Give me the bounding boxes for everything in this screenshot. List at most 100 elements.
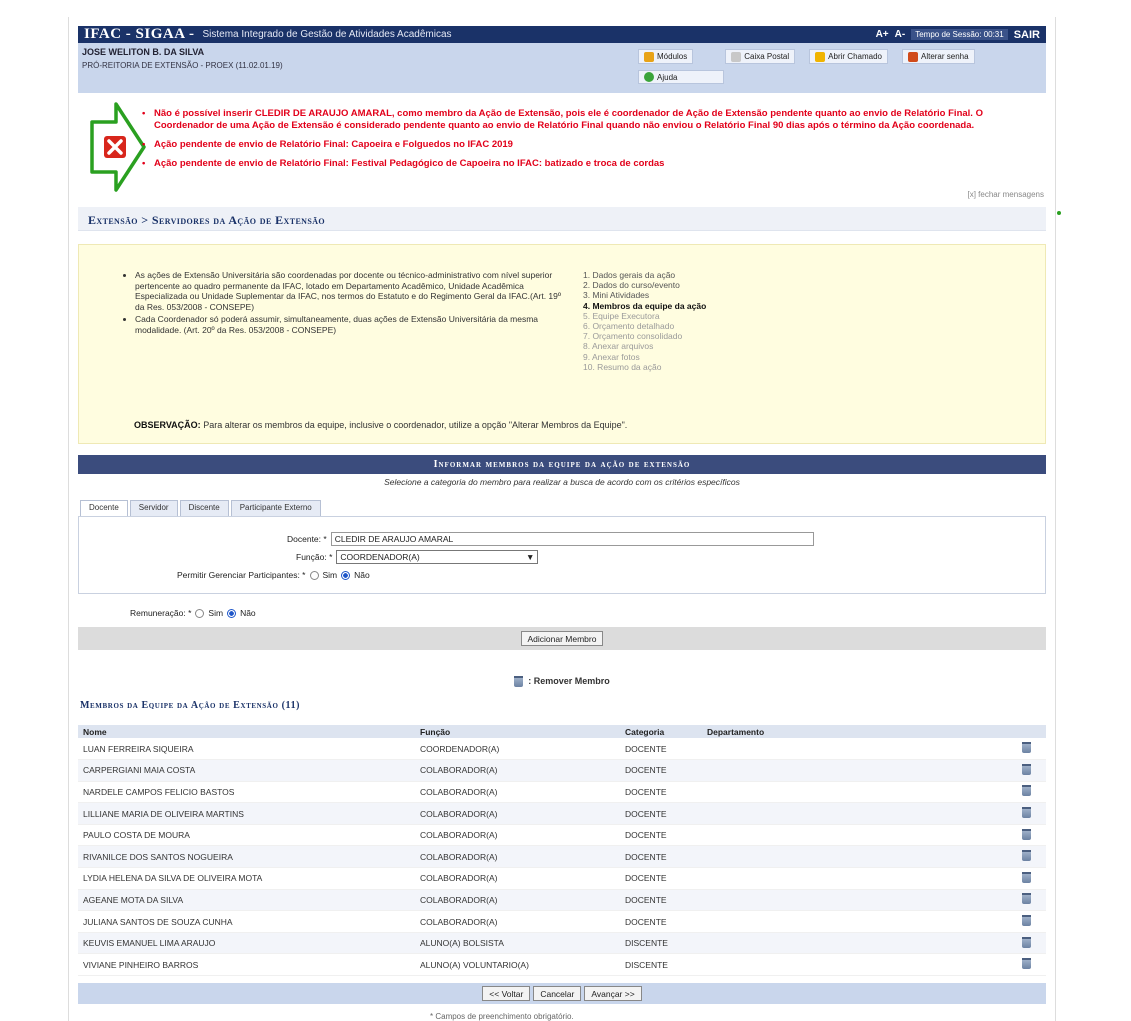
cancel-button[interactable]: Cancelar xyxy=(533,986,582,1001)
remove-member-icon[interactable] xyxy=(1021,850,1031,862)
add-member-button[interactable]: Adicionar Membro xyxy=(520,631,604,646)
member-category: DISCENTE xyxy=(620,953,702,977)
remove-member-icon[interactable] xyxy=(1021,763,1031,775)
step-item: 5. Equipe Executora xyxy=(583,310,660,321)
remove-member-icon[interactable] xyxy=(1021,807,1031,819)
docente-label: Docente: * xyxy=(287,534,327,544)
member-department xyxy=(702,824,1006,847)
next-button[interactable]: Avançar >> xyxy=(584,986,642,1001)
member-department xyxy=(702,845,1006,869)
category-tabs: Docente Servidor Discente Participante E… xyxy=(80,500,321,516)
member-department xyxy=(702,932,1006,955)
member-function: COLABORADOR(A) xyxy=(415,802,620,825)
remove-member-icon[interactable] xyxy=(1021,958,1031,970)
font-decrease-button[interactable]: A- xyxy=(895,29,906,40)
remove-member-icon[interactable] xyxy=(1021,871,1031,883)
member-department xyxy=(702,910,1006,933)
member-category: DOCENTE xyxy=(620,824,702,847)
funcao-label: Função: * xyxy=(296,552,333,562)
error-arrow-icon xyxy=(90,102,146,192)
form-title: Informar membros da equipe da ação de ex… xyxy=(78,455,1046,474)
radio-label: Sim xyxy=(208,608,224,618)
members-table: Nome Função Categoria Departamento LUAN … xyxy=(78,725,1046,977)
member-name: LYDIA HELENA DA SILVA DE OLIVEIRA MOTA xyxy=(78,867,415,890)
column-header: Categoria xyxy=(620,725,702,738)
system-name: Sistema Integrado de Gestão de Atividade… xyxy=(202,29,452,40)
radio-label: Não xyxy=(354,570,370,580)
remove-member-icon[interactable] xyxy=(1021,828,1031,840)
column-header: Nome xyxy=(78,725,415,738)
member-actions xyxy=(1006,953,1046,977)
member-function: COORDENADOR(A) xyxy=(415,738,620,761)
remove-member-label: : Remover Membro xyxy=(528,676,610,686)
back-button[interactable]: << Voltar xyxy=(482,986,531,1001)
modules-icon xyxy=(644,51,654,62)
step-item: 7. Orçamento consolidado xyxy=(583,331,683,342)
step-item-current: 4. Membros da equipe da ação xyxy=(583,300,707,311)
column-header: Departamento xyxy=(702,725,1006,738)
wizard-steps: 1. Dados gerais da ação 2. Dados do curs… xyxy=(583,270,706,372)
member-department xyxy=(702,759,1006,782)
app-brand[interactable]: IFAC - SIGAA - xyxy=(84,26,194,43)
remove-member-icon[interactable] xyxy=(1021,742,1031,754)
rule-item: Cada Coordenador só poderá assumir, simu… xyxy=(135,314,565,335)
error-message: Ação pendente de envio de Relatório Fina… xyxy=(142,158,1022,170)
observation: OBSERVAÇÃO: Para alterar os membros da e… xyxy=(134,420,627,430)
member-category: DOCENTE xyxy=(620,889,702,912)
member-function: COLABORADOR(A) xyxy=(415,781,620,804)
member-department xyxy=(702,781,1006,804)
member-function: COLABORADOR(A) xyxy=(415,759,620,782)
members-title: Membros da Equipe da Ação de Extensão (1… xyxy=(80,700,301,711)
gerenciar-sim-radio[interactable] xyxy=(309,570,319,580)
member-category: DOCENTE xyxy=(620,738,702,761)
member-category: DOCENTE xyxy=(620,781,702,804)
abrir-chamado-link[interactable]: Abrir Chamado xyxy=(809,49,888,64)
session-timer: Tempo de Sessão: 00:31 xyxy=(911,29,1008,40)
rules-list: As ações de Extensão Universitária são c… xyxy=(125,270,565,337)
remuneracao-nao-radio[interactable] xyxy=(227,608,237,618)
user-info-bar: JOSE WELITON B. DA SILVA PRÓ-REITORIA DE… xyxy=(78,43,1046,93)
ajuda-link[interactable]: Ajuda xyxy=(638,70,724,84)
remove-member-icon[interactable] xyxy=(1021,785,1031,797)
funcao-select[interactable]: COORDENADOR(A) ▼ xyxy=(336,550,539,564)
mailbox-icon xyxy=(731,51,742,62)
step-item: 3. Mini Atividades xyxy=(583,290,650,301)
tab-docente[interactable]: Docente xyxy=(80,500,128,516)
member-name: JULIANA SANTOS DE SOUZA CUNHA xyxy=(78,910,415,933)
remuneracao-sim-radio[interactable] xyxy=(195,608,205,618)
error-message: Ação pendente de envio de Relatório Fina… xyxy=(142,139,1022,151)
add-member-bar: Adicionar Membro xyxy=(78,627,1046,650)
member-category: DOCENTE xyxy=(620,867,702,890)
tab-discente[interactable]: Discente xyxy=(179,500,229,516)
member-category: DISCENTE xyxy=(620,932,702,955)
remove-member-icon[interactable] xyxy=(1021,936,1031,948)
remove-member-icon[interactable] xyxy=(1021,893,1031,905)
modulos-link[interactable]: Módulos xyxy=(638,49,694,64)
step-item: 6. Orçamento detalhado xyxy=(583,321,675,332)
member-form: Docente: * CLEDIR DE ARAUJO AMARAL Funçã… xyxy=(78,516,1046,594)
member-actions xyxy=(1006,889,1046,912)
alterar-senha-link[interactable]: Alterar senha xyxy=(901,49,975,64)
caixa-postal-link[interactable]: Caixa Postal xyxy=(725,49,796,64)
gerenciar-nao-radio[interactable] xyxy=(341,570,351,580)
tab-participante-externo[interactable]: Participante Externo xyxy=(230,500,321,516)
wizard-nav-bar: << Voltar Cancelar Avançar >> xyxy=(78,983,1046,1004)
member-name: VIVIANE PINHEIRO BARROS xyxy=(78,953,415,977)
observation-text: Para alterar os membros da equipe, inclu… xyxy=(200,420,628,430)
member-name: AGEANE MOTA DA SILVA xyxy=(78,889,415,912)
rule-item: As ações de Extensão Universitária são c… xyxy=(135,270,565,312)
remove-member-icon[interactable] xyxy=(1021,915,1031,927)
table-row: LYDIA HELENA DA SILVA DE OLIVEIRA MOTA CO… xyxy=(78,867,1046,890)
indicator-dot xyxy=(1057,211,1061,215)
close-messages-link[interactable]: [x] fechar mensagens xyxy=(968,190,1044,199)
font-increase-button[interactable]: A+ xyxy=(876,29,889,40)
breadcrumb: Extensão > Servidores da Ação de Extensã… xyxy=(78,207,1046,231)
logout-button[interactable]: SAIR xyxy=(1014,29,1040,41)
tab-servidor[interactable]: Servidor xyxy=(129,500,178,516)
docente-input[interactable]: CLEDIR DE ARAUJO AMARAL xyxy=(330,532,814,546)
member-name: KEUVIS EMANUEL LIMA ARAUJO xyxy=(78,932,415,955)
member-actions xyxy=(1006,845,1046,869)
info-panel: As ações de Extensão Universitária são c… xyxy=(78,244,1046,444)
step-item: 9. Anexar fotos xyxy=(583,351,640,362)
table-row: JULIANA SANTOS DE SOUZA CUNHA COLABORADOR… xyxy=(78,910,1046,933)
